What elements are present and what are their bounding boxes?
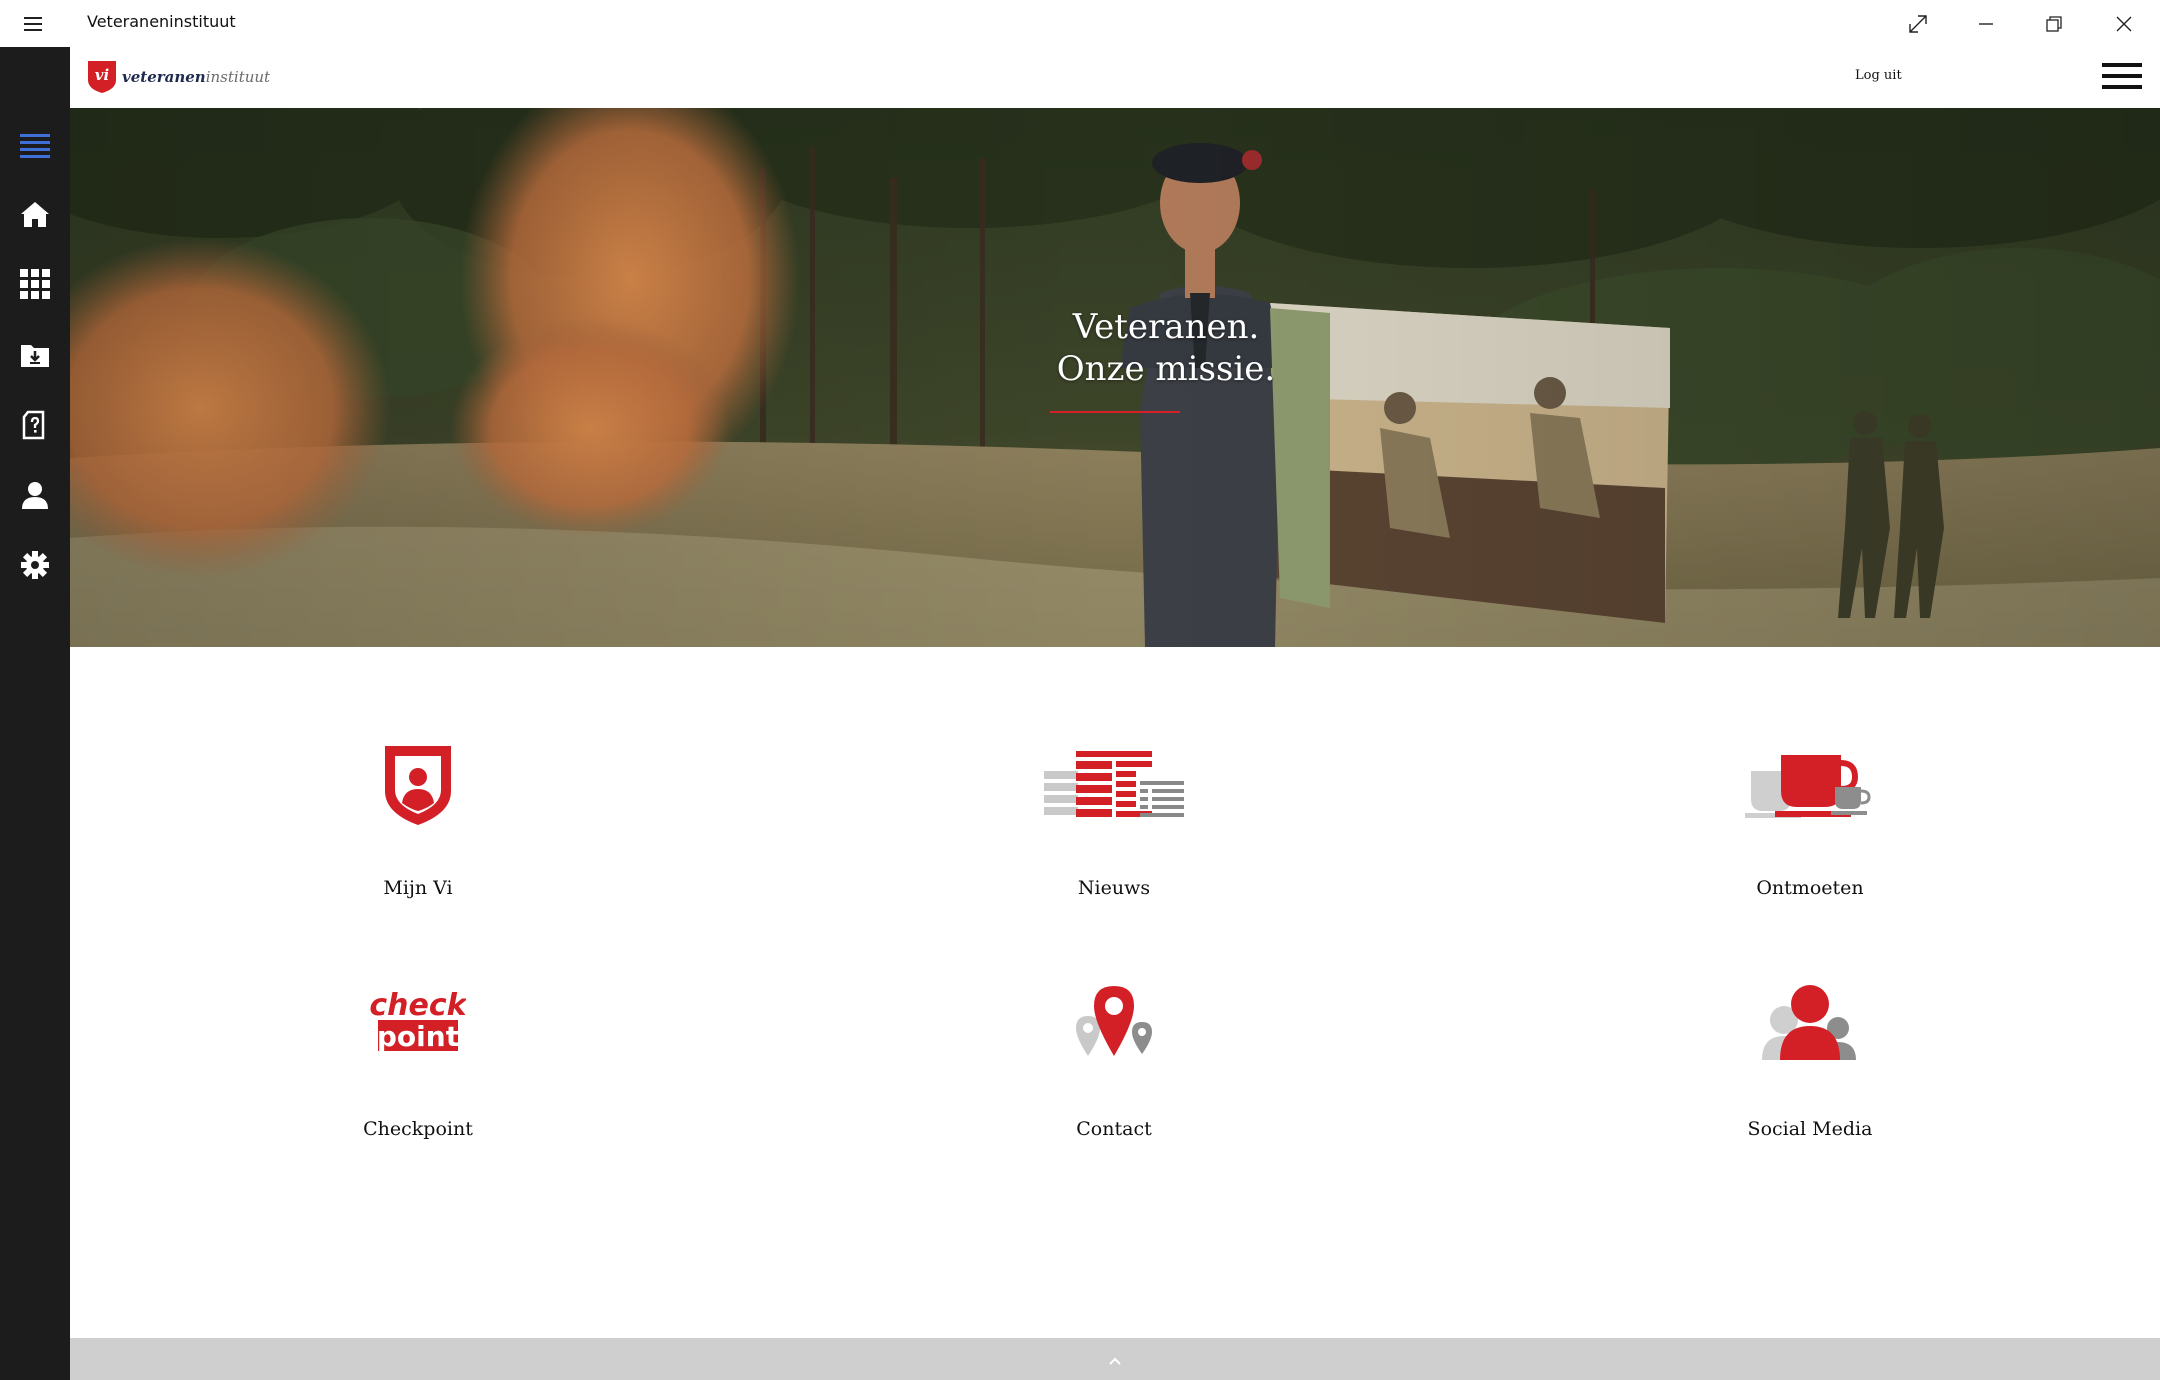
close-icon xyxy=(2116,16,2132,31)
hero-line-2: Onze missie. xyxy=(1056,349,1276,389)
window-menu-button[interactable] xyxy=(20,14,48,34)
window-title: Veteraneninstituut xyxy=(87,12,236,31)
logo-wordmark-light: instituut xyxy=(205,68,271,86)
list-icon xyxy=(20,134,50,158)
restore-icon xyxy=(2046,15,2062,32)
tile-contact-icon-wrap xyxy=(1044,972,1184,1072)
tile-ontmoeten-label: Ontmoeten xyxy=(1756,877,1864,899)
rail-item-downloads[interactable] xyxy=(0,325,70,385)
document-question-icon xyxy=(22,410,45,440)
tile-social-media-icon-wrap xyxy=(1740,972,1880,1072)
hero-divider xyxy=(1050,411,1180,413)
logout-link[interactable]: Log uit xyxy=(1855,68,1902,83)
tile-checkpoint-label: Checkpoint xyxy=(363,1118,473,1140)
svg-text:check: check xyxy=(370,988,466,1023)
tile-nieuws[interactable]: Nieuws xyxy=(934,735,1294,925)
tile-mijn-vi-icon-wrap xyxy=(348,735,488,835)
download-folder-icon xyxy=(21,345,49,367)
tile-contact[interactable]: Contact xyxy=(934,972,1294,1162)
tile-mijn-vi[interactable]: Mijn Vi xyxy=(238,735,598,925)
tile-nieuws-icon-wrap xyxy=(1044,735,1184,835)
main-menu-button[interactable] xyxy=(2102,61,2142,93)
window-title-bar: Veteraneninstituut xyxy=(0,0,2160,47)
hero-line-1: Veteranen. xyxy=(1072,307,1260,347)
rail-item-faq[interactable] xyxy=(0,395,70,455)
map-pins-icon xyxy=(1076,986,1152,1056)
hero-banner: Veteranen. Onze missie. xyxy=(70,108,2160,647)
tile-checkpoint-icon-wrap: check point xyxy=(348,972,488,1072)
rail-item-home[interactable] xyxy=(0,184,70,244)
expand-icon xyxy=(1909,14,1927,33)
restore-button[interactable] xyxy=(2020,0,2088,47)
logo-wordmark-bold: veteranen xyxy=(122,68,206,86)
rail-item-apps[interactable] xyxy=(0,254,70,314)
tile-ontmoeten[interactable]: Ontmoeten xyxy=(1630,735,1990,925)
vi-shield-logo-icon: vi xyxy=(88,61,116,93)
side-navigation xyxy=(0,47,70,1380)
shield-user-icon xyxy=(385,746,451,825)
veteraneninstituut-logo[interactable]: vi veteraneninstituut xyxy=(87,60,270,94)
tile-social-media[interactable]: Social Media xyxy=(1630,972,1990,1162)
tile-mijn-vi-label: Mijn Vi xyxy=(383,877,453,899)
tile-nieuws-label: Nieuws xyxy=(1077,877,1151,899)
gear-icon xyxy=(21,551,49,579)
close-button[interactable] xyxy=(2090,0,2158,47)
hero-heading: Veteranen. Onze missie. xyxy=(996,306,1336,390)
grid-icon xyxy=(20,269,50,299)
tile-contact-label: Contact xyxy=(1076,1118,1152,1140)
checkpoint-logo-icon: check point xyxy=(370,988,466,1053)
app-header: vi veteraneninstituut Log uit xyxy=(70,47,2160,109)
tile-ontmoeten-icon-wrap xyxy=(1740,735,1880,835)
rail-item-profile[interactable] xyxy=(0,465,70,525)
user-icon xyxy=(22,482,48,509)
minimize-button[interactable] xyxy=(1952,0,2020,47)
rail-item-menu[interactable] xyxy=(0,116,70,176)
tile-social-media-label: Social Media xyxy=(1747,1118,1873,1140)
minimize-icon xyxy=(1979,22,1993,25)
people-icon xyxy=(1762,985,1856,1060)
rail-item-settings[interactable] xyxy=(0,535,70,595)
expand-button[interactable] xyxy=(1884,0,1952,47)
home-icon xyxy=(21,202,49,227)
svg-text:vi: vi xyxy=(95,66,110,84)
svg-text:point: point xyxy=(377,1020,459,1053)
expand-app-bar[interactable] xyxy=(70,1338,2160,1380)
tile-checkpoint[interactable]: check point Checkpoint xyxy=(238,972,598,1162)
logo-wordmark: veteraneninstituut xyxy=(122,68,270,86)
newspaper-icon xyxy=(1044,751,1184,817)
coffee-cup-icon xyxy=(1745,755,1871,818)
chevron-up-icon xyxy=(1109,1357,1121,1365)
